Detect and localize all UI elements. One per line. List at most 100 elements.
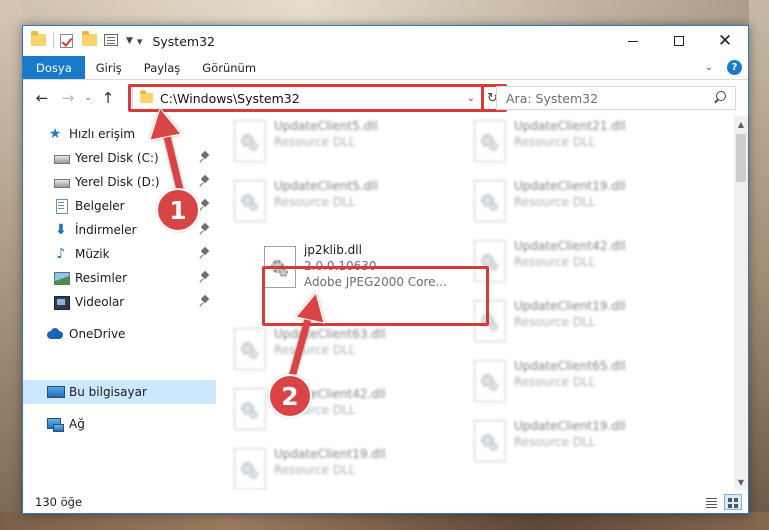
file-description: Resource DLL [514,255,596,269]
recent-locations-chevron-icon[interactable]: ⌄ [81,93,95,103]
sidebar-item-label: Belgeler [75,199,125,213]
view-list-icon[interactable] [104,34,120,48]
tab-file[interactable]: Dosya [23,56,85,79]
details-view-icon[interactable] [702,494,720,510]
list-item[interactable]: UpdateClient63.dll Resource DLL [222,324,452,380]
file-description: Resource DLL [514,195,596,209]
dll-gear-file-icon [234,328,268,370]
file-description: Resource DLL [514,435,596,449]
title-bar: ▼ ▾ System32 ✕ [23,26,748,56]
disk-icon [53,150,70,166]
step-1-badge: 1 [156,188,200,232]
search-icon[interactable] [711,89,729,107]
customize-toolbar-icon[interactable]: ▾ [137,35,143,48]
vertical-scrollbar[interactable]: ▲ ▼ [734,116,748,490]
file-name: UpdateClient42.dll [514,239,626,253]
list-item[interactable]: UpdateClient42.dll Resource DLL [462,236,692,292]
ribbon-right: ⌄ ? [705,56,748,79]
sidebar-item-this-pc[interactable]: Bu bilgisayar [23,380,216,404]
list-item[interactable]: UpdateClient19.dll Resource DLL [462,416,692,472]
navigation-pane: ★ Hızlı erişim Yerel Disk (C:) Yerel Dis… [23,116,216,490]
new-folder-icon[interactable] [82,31,98,48]
dll-gear-file-icon [234,180,268,222]
large-icons-view-icon[interactable] [724,494,742,510]
sidebar-item-label: Yerel Disk (D:) [75,175,160,189]
file-description: Resource DLL [274,135,356,149]
address-highlight-box [128,84,484,112]
search-input[interactable] [506,90,711,106]
list-item[interactable]: UpdateClient42.dll Resource DLL [222,384,452,440]
tab-view[interactable]: Görünüm [191,56,267,79]
pin-icon[interactable] [200,248,210,260]
scroll-up-icon[interactable]: ▲ [734,116,748,132]
sidebar-item-pictures[interactable]: Resimler [23,266,216,290]
file-name: UpdateClient19.dll [514,419,626,433]
close-icon: ✕ [717,30,733,51]
list-item[interactable]: UpdateClient5.dll Resource DLL [222,116,452,172]
search-box[interactable] [496,86,736,110]
desktop-background-right [749,0,769,530]
dll-gear-file-icon [474,120,508,162]
navigation-bar: ← → ⌄ ↑ C:\Windows\System32 ⌄ ↻ [23,81,748,115]
sidebar-item-onedrive[interactable]: OneDrive [23,322,216,346]
minimize-button[interactable] [610,26,656,56]
sidebar-item-network[interactable]: Ağ [23,412,216,436]
chevron-down-icon[interactable]: ▼ [126,36,133,46]
explorer-window: ▼ ▾ System32 ✕ Dosya Giriş Paylaş Görünü… [22,25,749,514]
status-bar: 130 öğe [23,490,748,513]
list-item[interactable]: UpdateClient19.dll Resource DLL [462,296,692,352]
step-2-badge: 2 [268,374,312,418]
item-count: 130 öğe [35,495,83,509]
list-item[interactable]: UpdateClient21.dll Resource DLL [462,116,692,172]
cloud-icon [47,326,63,342]
list-item[interactable]: UpdateClient19.dll Resource DLL [462,176,692,232]
sidebar-item-label: Yerel Disk (C:) [75,151,159,165]
sidebar-item-music[interactable]: ♪ Müzik [23,242,216,266]
dll-gear-file-icon [234,388,268,430]
star-icon: ★ [48,126,62,142]
file-description: Resource DLL [514,375,596,389]
forward-arrow-icon[interactable]: → [57,89,79,107]
back-arrow-icon[interactable]: ← [31,89,53,107]
pin-icon[interactable] [200,152,210,164]
sidebar-item-label: Ağ [69,417,85,431]
pin-icon[interactable] [200,272,210,284]
pin-icon[interactable] [200,200,210,212]
sidebar-item-videos[interactable]: Videolar [23,290,216,314]
close-button[interactable]: ✕ [702,26,748,56]
sidebar-item-disk-c[interactable]: Yerel Disk (C:) [23,146,216,170]
scroll-down-icon[interactable]: ▼ [734,474,748,490]
tab-share[interactable]: Paylaş [133,56,192,79]
properties-check-icon[interactable] [60,34,76,48]
list-item[interactable]: UpdateClient5.dll Resource DLL [222,176,452,232]
maximize-button[interactable] [656,26,702,56]
list-item[interactable]: UpdateClient65.dll Resource DLL [462,356,692,412]
dll-gear-file-icon [474,360,508,402]
up-arrow-icon[interactable]: ↑ [97,89,119,107]
music-note-icon: ♪ [56,246,66,262]
desktop-background-top [0,0,769,28]
file-description: Resource DLL [274,195,356,209]
file-name: UpdateClient5.dll [274,119,378,133]
list-item[interactable]: UpdateClient19.dll Resource DLL [222,444,452,490]
file-description: Resource DLL [514,135,596,149]
sidebar-item-label: Müzik [75,247,110,261]
file-name: UpdateClient21.dll [514,119,626,133]
help-icon[interactable]: ? [727,60,742,75]
pin-icon[interactable] [200,296,210,308]
sidebar-item-label: Bu bilgisayar [69,385,147,399]
pin-icon[interactable] [200,224,210,236]
picture-icon [53,270,70,286]
expand-ribbon-icon[interactable]: ⌄ [705,62,713,73]
sidebar-item-label: Hızlı erişim [69,127,136,141]
sidebar-item-quick-access[interactable]: ★ Hızlı erişim [23,122,216,146]
tab-home[interactable]: Giriş [85,56,133,79]
desktop-background-bottom [0,512,769,530]
scrollbar-thumb[interactable] [736,134,746,182]
sidebar-item-label: İndirmeler [75,223,137,237]
file-description: Resource DLL [274,463,356,477]
folder-icon [31,31,47,48]
pin-icon[interactable] [200,176,210,188]
dll-gear-file-icon [474,420,508,462]
file-name: UpdateClient19.dll [514,179,626,193]
